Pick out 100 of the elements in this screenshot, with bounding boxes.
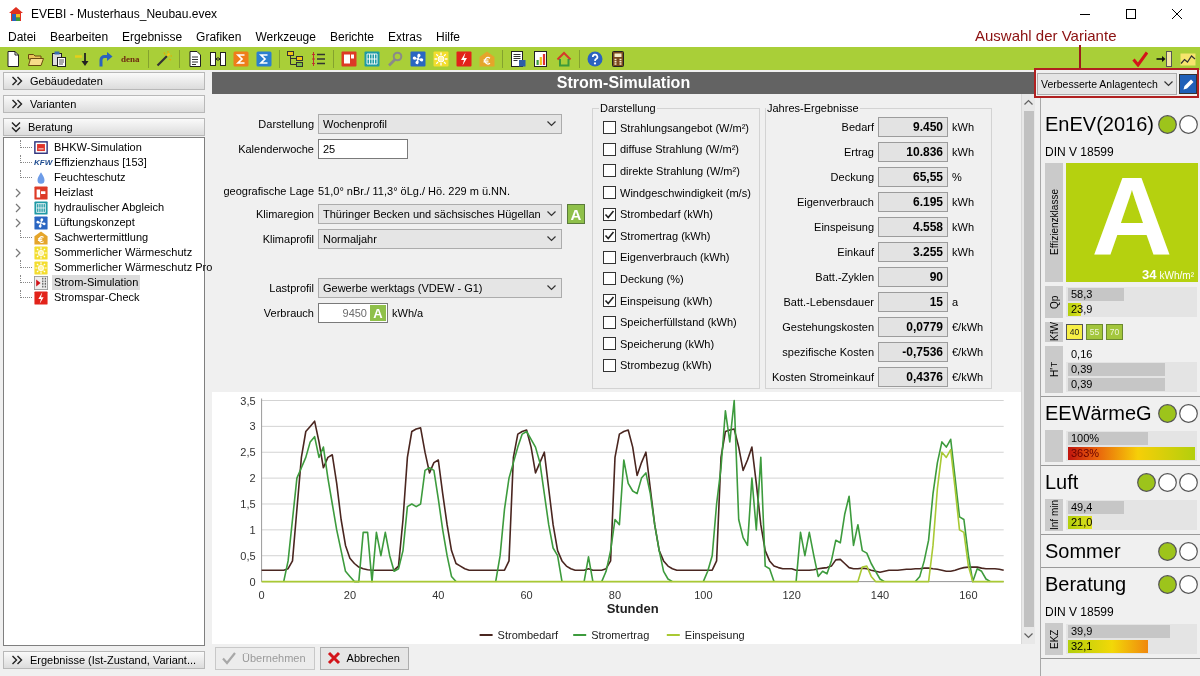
field-label: Lastprofil (268, 282, 314, 294)
checkbox[interactable] (603, 315, 616, 329)
section-header[interactable]: Varianten (3, 95, 205, 113)
dropdown[interactable]: Wochenprofil (318, 114, 562, 134)
tree-item[interactable]: Strom-Simulation (52, 275, 141, 290)
field-label: geografische Lage (222, 185, 314, 197)
rating-title: Luft (1045, 470, 1080, 494)
field-label: Klimaregion (254, 208, 314, 220)
checkbox[interactable] (603, 294, 616, 308)
menu-item[interactable]: Datei (1, 30, 43, 44)
tree-item[interactable]: Feuchteschutz (52, 170, 128, 185)
menu-item[interactable]: Werkzeuge (248, 30, 323, 44)
section-header[interactable]: Beratung (3, 118, 205, 136)
axis-tick-label: 80 (608, 589, 622, 601)
curved-arrow-icon[interactable] (97, 50, 113, 67)
expand-chevron-icon[interactable] (15, 247, 21, 258)
checkbox[interactable] (603, 337, 616, 351)
new-document-icon[interactable] (5, 50, 21, 67)
report-icon[interactable] (509, 50, 526, 67)
checkbox[interactable] (603, 142, 616, 156)
clipboard-icon[interactable] (51, 50, 67, 67)
unit-label: €/kWh (952, 371, 984, 383)
checkbox[interactable] (603, 229, 616, 243)
calculator-icon[interactable] (609, 50, 626, 67)
scroll-down-icon[interactable] (1024, 633, 1033, 639)
result-value: 3.255 (878, 242, 948, 262)
expand-chevron-icon[interactable] (15, 187, 21, 198)
unit-label: % (952, 171, 962, 183)
exit-arrow-icon[interactable] (1156, 50, 1172, 67)
variant-dropdown[interactable]: Verbesserte Anlagentech (1037, 72, 1177, 95)
tree-diagram-icon[interactable] (286, 50, 303, 67)
checkbox[interactable] (603, 358, 616, 372)
checkbox-label: diffuse Strahlung (W/m²) (620, 143, 739, 156)
sun-icon (34, 245, 48, 260)
menu-item[interactable]: Bearbeiten (43, 30, 116, 44)
checkbox[interactable] (603, 121, 616, 135)
menu-item[interactable]: Hilfe (429, 30, 467, 44)
fan-icon[interactable] (409, 50, 426, 67)
toolbar-text-button[interactable]: dena (120, 53, 141, 64)
scrollbar-thumb[interactable] (1023, 111, 1034, 627)
input-field[interactable]: 25 (318, 139, 408, 159)
menu-item[interactable]: Berichte (322, 30, 381, 44)
check-icon[interactable] (1132, 50, 1148, 67)
checkbox-label: Strombezug (kWh) (620, 359, 712, 372)
tree-item[interactable]: Effizienzhaus [153] (52, 155, 149, 170)
lightning-icon[interactable] (455, 50, 472, 67)
kfw-level: 70 (1106, 324, 1123, 340)
sigma-icon[interactable] (255, 50, 272, 67)
list-icon[interactable] (309, 50, 326, 67)
checkbox[interactable] (603, 186, 616, 200)
section-header[interactable]: Gebäudedaten (3, 72, 205, 90)
arrow-down-icon[interactable] (74, 50, 90, 67)
checkbox-label: Stromertrag (kWh) (620, 229, 711, 242)
checkbox[interactable] (603, 207, 616, 221)
tree-item[interactable]: Sommerlicher Wärmeschutz Pro (52, 260, 215, 275)
window-tile-icon[interactable] (340, 50, 357, 67)
dropdown[interactable]: Normaljahr (318, 229, 562, 249)
pencil-icon[interactable] (1179, 73, 1197, 94)
tree-item[interactable]: Sachwertermittlung (52, 230, 151, 245)
metric-label: Inf min (1045, 499, 1063, 531)
tree-item[interactable]: BHKW-Simulation (52, 140, 144, 155)
tree-item[interactable]: Stromspar-Check (52, 290, 142, 305)
metric-label: Effizienzklasse (1045, 163, 1063, 282)
rating-title: Sommer (1045, 539, 1122, 563)
checkbox[interactable] (603, 250, 616, 264)
tree-item[interactable]: Lüftungskonzept (52, 215, 137, 230)
rating-title: EnEV(2016) (1045, 112, 1155, 136)
tree-item[interactable]: Heizlast (52, 185, 96, 200)
cancel-button[interactable]: Abbrechen (319, 646, 409, 670)
expand-chevron-icon[interactable] (15, 202, 21, 213)
menu-item[interactable]: Extras (381, 30, 429, 44)
tree-item[interactable]: Sommerlicher Wärmeschutz (52, 245, 195, 260)
result-value: 90 (878, 267, 948, 287)
grid-tile-icon[interactable] (363, 50, 380, 67)
checkbox-label: Eigenverbrauch (kWh) (620, 251, 730, 264)
dropdown[interactable]: Gewerbe werktags (VDEW - G1) (318, 278, 562, 298)
menu-item[interactable]: Grafiken (189, 30, 249, 44)
split-document-icon[interactable] (209, 50, 226, 67)
sigma-icon[interactable] (232, 50, 249, 67)
magic-wand-icon[interactable] (155, 50, 172, 67)
close-icon[interactable] (1172, 8, 1182, 19)
maximize-icon[interactable] (1126, 8, 1136, 19)
scroll-up-icon[interactable] (1024, 99, 1033, 105)
menu-item[interactable]: Ergebnisse (115, 30, 190, 44)
house-outline-icon[interactable] (555, 50, 572, 67)
checkbox[interactable] (603, 272, 616, 286)
checkbox[interactable] (603, 164, 616, 178)
scrollbar[interactable] (1021, 94, 1035, 644)
dropdown[interactable]: Thüringer Becken und sächsisches Hügellan (318, 204, 562, 224)
axis-tick-label: 1 (249, 523, 256, 536)
metric-label: EKZ (1045, 623, 1063, 655)
help-icon[interactable] (586, 50, 603, 67)
chart-report-icon[interactable] (532, 50, 549, 67)
location-value: 51,0° nBr./ 11,3° öLg./ Hö. 229 m ü.NN. (318, 185, 511, 197)
document-icon[interactable] (186, 50, 203, 67)
tree-item[interactable]: hydraulischer Abgleich (52, 200, 167, 215)
result-label: Ertrag (843, 146, 874, 158)
result-label: Kosten Stromeinkauf (770, 371, 874, 383)
expand-chevron-icon[interactable] (15, 217, 21, 228)
section-header[interactable]: Ergebnisse (Ist-Zustand, Variant... (3, 651, 205, 669)
